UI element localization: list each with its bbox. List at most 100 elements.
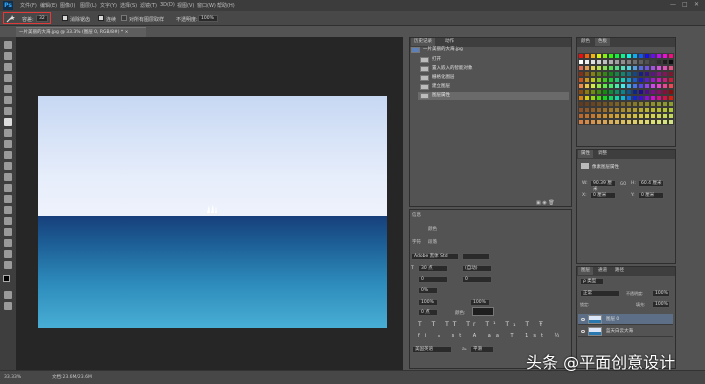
zoom-level[interactable]: 33.33% (4, 371, 21, 384)
close-tab-icon[interactable]: × (125, 30, 129, 35)
text-color-swatch[interactable] (472, 307, 494, 316)
horizontal-scale-field[interactable]: 100% (470, 299, 490, 306)
screen-mode-icon[interactable] (4, 302, 12, 310)
document-image[interactable] (38, 96, 387, 328)
tolerance-field[interactable]: 32 (36, 15, 48, 22)
crop-tool-icon[interactable] (4, 85, 12, 93)
tab-history[interactable]: 历史记录 (411, 38, 435, 46)
tab-properties[interactable]: 属性 (578, 150, 593, 158)
panel-char-tab[interactable]: 字符 (412, 239, 421, 245)
tab-actions[interactable]: 动作 (442, 38, 457, 46)
antialias-checkbox[interactable] (62, 15, 68, 21)
font-family-select[interactable]: Adobe 黑体 Std (411, 253, 459, 260)
tab-layers[interactable]: 图层 (578, 267, 593, 275)
visibility-eye-icon[interactable] (581, 330, 585, 333)
layer-opacity-field[interactable]: 100% (652, 290, 670, 297)
menu-help[interactable]: 帮助(H) (217, 2, 235, 9)
link-icon[interactable]: GO (620, 181, 626, 186)
marquee-tool-icon[interactable] (4, 52, 12, 60)
history-item-new-layer[interactable]: 建立图层 (418, 83, 569, 91)
opentype-buttons[interactable]: fi ℴ st A aa T 1st ½ (418, 333, 564, 339)
lasso-tool-icon[interactable] (4, 63, 12, 71)
tracking-field[interactable]: 0 (462, 276, 492, 283)
kerning-field[interactable]: 0 (418, 276, 448, 283)
y-field[interactable]: 0 厘米 (638, 192, 664, 199)
type-tool-icon[interactable] (4, 217, 12, 225)
text-style-buttons[interactable]: T T TT Tr T¹ T₁ T Ŧ (418, 321, 547, 328)
brush-tool-icon[interactable] (4, 129, 12, 137)
menu-window[interactable]: 窗口(W) (197, 2, 216, 9)
tab-swatches[interactable]: 色板 (595, 38, 610, 46)
dodge-tool-icon[interactable] (4, 195, 12, 203)
path-select-tool-icon[interactable] (4, 228, 12, 236)
quick-select-tool-icon[interactable] (4, 74, 12, 82)
healing-tool-icon[interactable] (4, 107, 12, 115)
quick-mask-icon[interactable] (4, 291, 12, 299)
move-tool-icon[interactable] (4, 41, 12, 49)
font-style-select[interactable] (462, 253, 490, 260)
tsume-field[interactable]: 0% (418, 287, 438, 294)
foreground-color-swatch[interactable] (3, 275, 10, 282)
magic-wand-icon[interactable] (6, 15, 15, 23)
vertical-scale-field[interactable]: 100% (418, 299, 438, 306)
menu-file[interactable]: 文件(F) (20, 2, 37, 9)
history-snapshot[interactable]: 一片美丽的大海.jpg (409, 46, 569, 54)
snapshot-camera-icon[interactable]: ▣ ◉ 🗑 (536, 200, 555, 206)
panel-color-tab[interactable]: 颜色 (428, 226, 437, 232)
maximize-button[interactable]: □ (682, 1, 688, 8)
x-field[interactable]: 0 厘米 (590, 192, 616, 199)
layer-filter-select[interactable]: ρ 类型 (580, 278, 604, 285)
menu-3d[interactable]: 3D(D) (160, 2, 175, 8)
history-item-layer-props[interactable]: 图层属性 (418, 92, 569, 100)
visibility-eye-icon[interactable] (581, 318, 585, 321)
menu-select[interactable]: 选择(S) (120, 2, 137, 9)
hand-tool-icon[interactable] (4, 250, 12, 258)
height-field[interactable]: 60.4 厘米 (638, 180, 664, 187)
antialias-select[interactable]: 平滑 (470, 346, 494, 353)
history-item-open[interactable]: 打开 (418, 56, 569, 64)
minimize-button[interactable]: — (670, 1, 676, 8)
menu-edit[interactable]: 编辑(E) (40, 2, 57, 9)
contiguous-checkbox[interactable] (98, 15, 104, 21)
blur-tool-icon[interactable] (4, 184, 12, 192)
close-window-button[interactable]: ✕ (694, 1, 699, 8)
magic-wand-tool-icon[interactable] (4, 118, 12, 126)
opacity-field[interactable]: 100% (198, 15, 218, 22)
history-brush-tool-icon[interactable] (4, 151, 12, 159)
tab-color[interactable]: 颜色 (578, 38, 593, 46)
document-tab[interactable]: 一片美丽的大海.jpg @ 33.3% (图层 0, RGB/8#) * × (16, 27, 146, 37)
gradient-tool-icon[interactable] (4, 173, 12, 181)
eyedropper-tool-icon[interactable] (4, 96, 12, 104)
stamp-tool-icon[interactable] (4, 140, 12, 148)
blend-mode-select[interactable]: 正常 (580, 290, 620, 297)
panel-info-tab[interactable]: 信息 (412, 212, 421, 218)
history-item-rasterize[interactable]: 栅格化图层 (418, 74, 569, 82)
properties-title: 像素图层属性 (592, 165, 619, 170)
fill-field[interactable]: 100% (652, 301, 670, 308)
swatch-grid[interactable] (578, 53, 674, 125)
tab-channels[interactable]: 通道 (595, 267, 610, 275)
color-swatch[interactable] (668, 119, 674, 125)
document-size: 文档:23.6M/23.6M (52, 375, 92, 380)
menu-filter[interactable]: 滤镜(T) (140, 2, 157, 9)
menu-image[interactable]: 图像(I) (60, 2, 75, 9)
language-select[interactable]: 美国英语 (412, 346, 452, 353)
baseline-field[interactable]: 0 点 (418, 309, 438, 316)
width-field[interactable]: 90.39 厘米 (590, 180, 616, 192)
font-size-field[interactable]: 30 点 (418, 265, 448, 272)
shape-tool-icon[interactable] (4, 239, 12, 247)
tab-adjustments[interactable]: 调整 (595, 150, 610, 158)
menu-type[interactable]: 文字(Y) (100, 2, 117, 9)
tab-paths[interactable]: 路径 (612, 267, 627, 275)
pen-tool-icon[interactable] (4, 206, 12, 214)
layer-row-layer0[interactable]: 图层 0 (578, 314, 673, 325)
history-item-place[interactable]: 置入嵌入的智能对象 (418, 65, 569, 73)
panel-para-tab[interactable]: 段落 (428, 239, 437, 245)
menu-view[interactable]: 视图(V) (177, 2, 194, 9)
eraser-tool-icon[interactable] (4, 162, 12, 170)
menu-layer[interactable]: 图层(L) (80, 2, 97, 9)
leading-field[interactable]: (自动) (462, 265, 492, 272)
zoom-tool-icon[interactable] (4, 261, 12, 269)
layer-row-background[interactable]: 蓝天白云大海 (578, 326, 673, 337)
sample-all-checkbox[interactable] (121, 15, 127, 21)
